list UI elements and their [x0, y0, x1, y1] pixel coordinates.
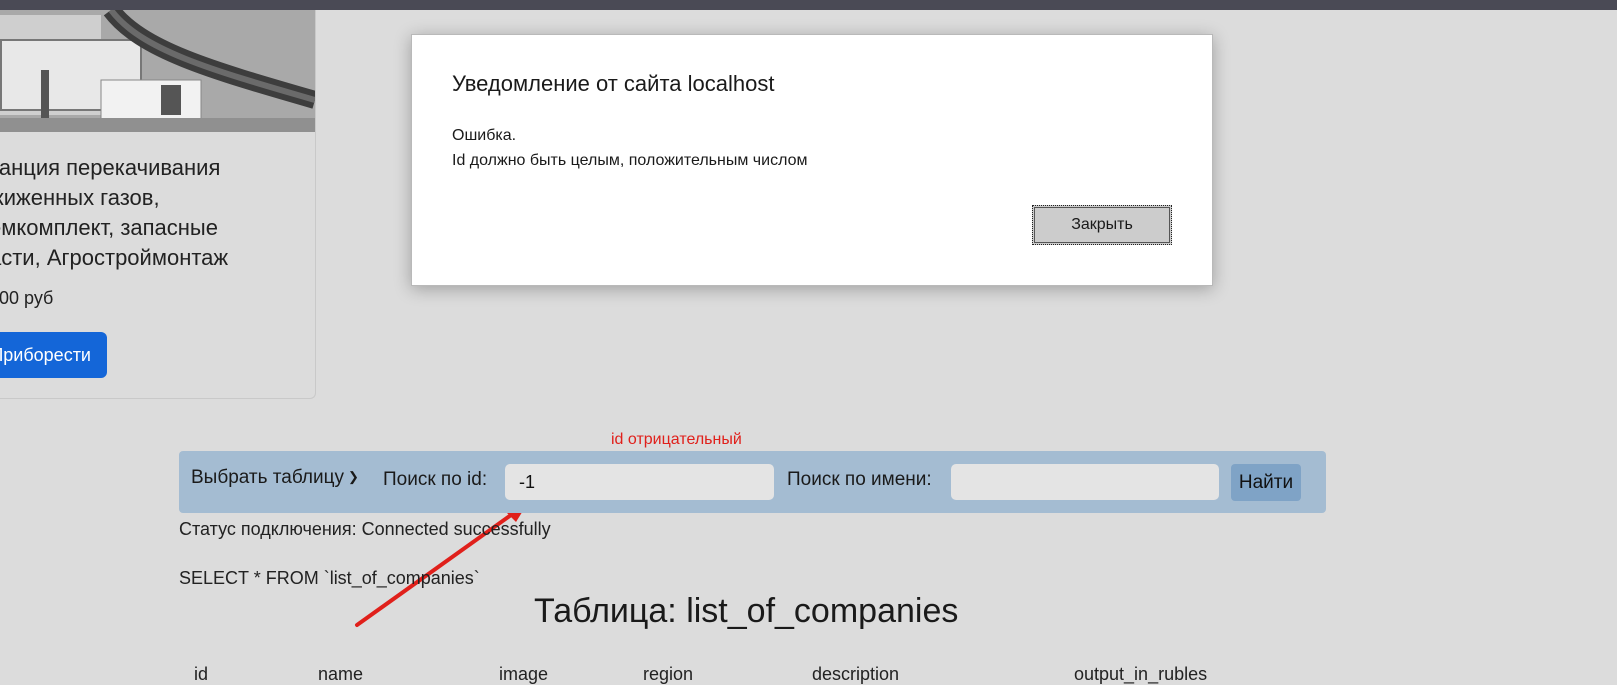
find-button[interactable]: Найти [1231, 464, 1301, 501]
search-bar: Выбрать таблицу❯ Поиск по id: Поиск по и… [179, 451, 1326, 513]
table-header-name: name [318, 664, 364, 684]
table-select-label: Выбрать таблицу [191, 467, 344, 488]
table-header-region: region [643, 664, 694, 684]
table-header-output: output_in_rubles [1074, 664, 1208, 684]
dialog-title: Уведомление от сайта localhost [452, 71, 775, 96]
table-heading: Таблица: list_of_companies [534, 592, 959, 630]
id-search-input[interactable] [505, 464, 774, 500]
table-header-id: id [194, 664, 209, 684]
table-header-description: description [812, 664, 900, 684]
id-search-label: Поиск по id: [383, 469, 488, 490]
dialog-close-button[interactable]: Закрыть [1032, 205, 1172, 245]
product-card: танция перекачивания жиженных газов, емк… [0, 10, 316, 399]
alert-dialog: Уведомление от сайта localhost Ошибка. I… [411, 34, 1213, 286]
buy-button[interactable]: Приборести [0, 332, 107, 378]
table-header-image: image [499, 664, 549, 684]
name-search-input[interactable] [951, 464, 1219, 500]
chevron-down-icon: ❯ [347, 469, 359, 484]
table-select-dropdown[interactable]: Выбрать таблицу ❯ [191, 467, 359, 489]
browser-top-bar [0, 0, 1617, 10]
product-title: танция перекачивания жиженных газов, емк… [0, 155, 229, 270]
name-search-label: Поиск по имени: [787, 469, 932, 490]
annotation-label: id отрицательный [611, 431, 742, 448]
product-image [0, 10, 315, 132]
dialog-message-line2: Id должно быть целым, положительным числ… [452, 152, 808, 169]
dialog-message-line1: Ошибка. [452, 127, 517, 144]
connection-status: Статус подключения: Connected successful… [179, 519, 551, 539]
product-price: 000 руб [0, 288, 54, 308]
sql-query-text: SELECT * FROM `list_of_companies` [179, 568, 480, 588]
